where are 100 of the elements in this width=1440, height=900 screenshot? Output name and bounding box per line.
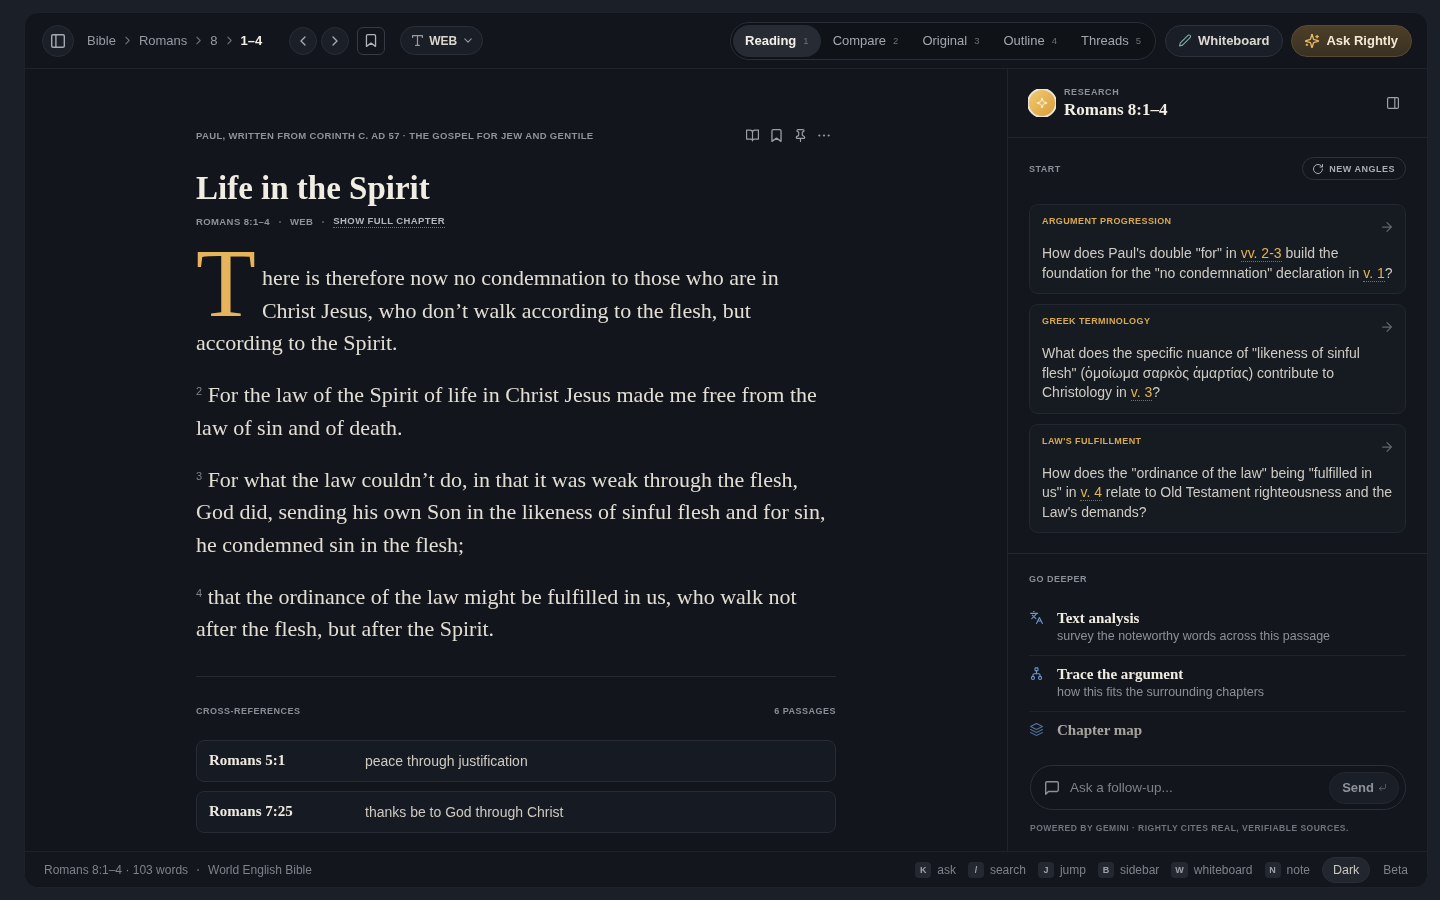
go-deeper-item[interactable]: Text analysis survey the noteworthy words across this passage — [1029, 600, 1406, 656]
show-chapter-link[interactable]: SHOW FULL CHAPTER — [333, 215, 445, 228]
passage-detail: ROMANS 8:1–4 — [196, 216, 270, 227]
key-cap: K — [915, 861, 932, 878]
chevron-right-icon — [226, 36, 232, 45]
passage-stats: Romans 8:1–4 · 103 words — [44, 862, 189, 877]
whiteboard-button[interactable]: Whiteboard — [1165, 24, 1284, 57]
view-tab[interactable]: Threads 5 — [1069, 24, 1153, 57]
section-label: START — [1029, 163, 1061, 174]
cross-reference-row[interactable]: Romans 7:25 thanks be to God through Christ — [196, 790, 836, 833]
shortcut-label: note — [1286, 862, 1310, 877]
breadcrumb-link[interactable]: Bible — [87, 33, 116, 48]
powered-by-note: POWERED BY GEMINI · RIGHTLY CITES REAL, VERIFIABLE SOURCES. — [1030, 823, 1350, 833]
arrow-right-icon — [1382, 222, 1392, 232]
more-icon[interactable] — [818, 133, 830, 137]
question-text: What does the specific nuance of "likeness of sinful flesh" (ὁμοίωμα σαρκὸς ἁμαρτίας) contribute to Christology in v. 3? — [1042, 344, 1361, 403]
view-tab[interactable]: Reading 1 — [733, 24, 821, 57]
verse-text: $^{4}$ that the ordinance of the law might be fulfilled in us, who walk not after the flesh, but after the Spirit. — [196, 582, 798, 643]
question-card[interactable]: ARGUMENT PROGRESSION How does Paul's double "for" in vv. 2-3 build the foundation for the "no condemnation" declaration in v. 1? — [1029, 204, 1406, 294]
item-description: survey the noteworthy words across this passage — [1057, 628, 1331, 645]
key-cap: J — [1037, 861, 1054, 878]
sparkle-icon — [1305, 33, 1320, 48]
view-tab[interactable]: Outline 4 — [991, 24, 1069, 57]
breadcrumb-link[interactable]: Romans — [138, 33, 188, 48]
key-cap: / — [967, 861, 984, 878]
item-title: Text analysis — [1057, 609, 1141, 627]
return-icon — [1379, 784, 1386, 791]
pen-icon — [1179, 34, 1191, 47]
verse-link[interactable]: v. 1 — [1363, 264, 1385, 282]
reference-summary: thanks be to God through Christ — [365, 803, 564, 820]
translate-icon — [1030, 611, 1043, 624]
reference-summary: peace through justification — [365, 752, 528, 769]
arrow-right-icon — [1382, 322, 1392, 332]
passage-title: Life in the Spirit — [196, 169, 431, 208]
chat-icon — [1045, 780, 1059, 795]
key-cap: B — [1097, 861, 1114, 878]
item-title: Chapter map — [1057, 721, 1143, 739]
sidebar-icon — [51, 33, 65, 48]
section-label: GO DEEPER — [1029, 574, 1088, 584]
verse-link[interactable]: vv. 2-3 — [1240, 245, 1282, 262]
verse-link[interactable]: v. 4 — [1080, 484, 1102, 501]
bookmark-button[interactable] — [357, 26, 386, 55]
hierarchy-icon — [1030, 667, 1043, 680]
reference-link[interactable]: Romans 5:1 — [209, 752, 365, 769]
send-button[interactable]: Send — [1329, 771, 1399, 804]
passage-count: 6 PASSAGES — [774, 705, 836, 716]
key-cap: W — [1171, 861, 1188, 878]
theme-button[interactable]: Dark — [1321, 856, 1371, 883]
view-tab[interactable]: Original 3 — [910, 24, 992, 57]
verse-text: There is therefore now no condemnation to those who are in Christ Jesus, who don’t walk according to the flesh, but according to the Spirit. — [196, 228, 780, 357]
shortcut-label: sidebar — [1119, 862, 1160, 877]
refresh-icon — [1313, 163, 1324, 174]
cross-reference-row[interactable]: Romans 5:1 peace through justification — [196, 739, 836, 782]
chevron-right-icon — [124, 36, 130, 45]
shortcut-label: jump — [1059, 862, 1086, 877]
sparkle-icon — [1028, 89, 1056, 117]
key-cap: N — [1264, 861, 1281, 878]
panel-eyebrow: RESEARCH — [1064, 86, 1121, 97]
follow-up-field[interactable]: Ask a follow-up... Send — [1030, 765, 1406, 810]
shortcut-label: search — [989, 862, 1026, 877]
item-title: Trace the argument — [1057, 665, 1185, 683]
caret-down-icon — [464, 38, 473, 43]
passage-detail: WEB — [289, 216, 314, 227]
chevron-left-icon — [300, 35, 307, 46]
panel-toggle-icon[interactable] — [1387, 97, 1399, 109]
sidebar-toggle-button[interactable] — [42, 24, 74, 57]
previous-button[interactable] — [289, 26, 318, 55]
ask-button[interactable]: Ask Rightly — [1291, 24, 1412, 57]
translation-name: World English Bible — [208, 862, 312, 877]
card-category: ARGUMENT PROGRESSION — [1042, 215, 1172, 227]
beta-label: Beta — [1383, 862, 1408, 877]
item-description: how this fits the surrounding chapters — [1057, 684, 1265, 701]
shortcut-label: ask — [937, 862, 956, 877]
view-tab[interactable]: Compare 2 — [820, 24, 911, 57]
question-card[interactable]: LAW'S FULFILLMENT How does the "ordinance of the law" being "fulfilled in us" in v. 4 relate to Old Testament righteousness and the Law's demands? — [1029, 423, 1406, 533]
go-deeper-item[interactable]: Chapter map — [1029, 712, 1406, 749]
card-category: LAW'S FULFILLMENT — [1042, 434, 1142, 447]
breadcrumb-link[interactable]: 8 — [210, 33, 218, 48]
layers-icon — [1030, 723, 1043, 736]
shortcut-label: whiteboard — [1193, 862, 1253, 877]
reference-link[interactable]: Romans 7:25 — [209, 803, 365, 820]
bookmark-icon — [365, 34, 378, 47]
verse-text: $^{2}$ For the law of the Spirit of life in Christ Jesus made me free from the law of sin and of death. — [196, 381, 818, 442]
breadcrumb-link[interactable]: 1–4 — [240, 33, 263, 48]
translation-dropdown[interactable]: WEB — [400, 26, 484, 55]
go-deeper-item[interactable]: Trace the argument how this fits the surrounding chapters — [1029, 656, 1406, 712]
verse-text: $^{3}$ For what the law couldn’t do, in that it was weak through the flesh, God did, sending his own Son in the likeness of sinful flesh and for sin, he condemned sin in the flesh; — [196, 465, 827, 559]
card-category: GREEK TERMINOLOGY — [1042, 315, 1151, 327]
pin-icon[interactable] — [794, 128, 807, 142]
arrow-right-icon — [1382, 441, 1392, 452]
question-text: How does the "ordinance of the law" being "fulfilled in us" in v. 4 relate to Old Testament righteousness and the Law's demands? — [1042, 463, 1393, 522]
bookmark-icon[interactable] — [770, 128, 783, 142]
book-icon[interactable] — [746, 128, 759, 142]
verse-link[interactable]: v. 3 — [1130, 384, 1153, 401]
next-button[interactable] — [321, 26, 350, 55]
chevron-right-icon — [332, 35, 339, 46]
panel-title: Romans 8:1–4 — [1064, 99, 1168, 120]
passage-context: PAUL, WRITTEN FROM CORINTH C. AD 57 · THE GOSPEL FOR JEW AND GENTILE — [196, 129, 594, 141]
question-card[interactable]: GREEK TERMINOLOGY What does the specific nuance of "likeness of sinful flesh" (ὁμοίωμα σαρκὸς ἁμαρτίας) contribute to Christology in v. 3? — [1029, 304, 1406, 414]
section-label: CROSS-REFERENCES — [196, 705, 301, 716]
